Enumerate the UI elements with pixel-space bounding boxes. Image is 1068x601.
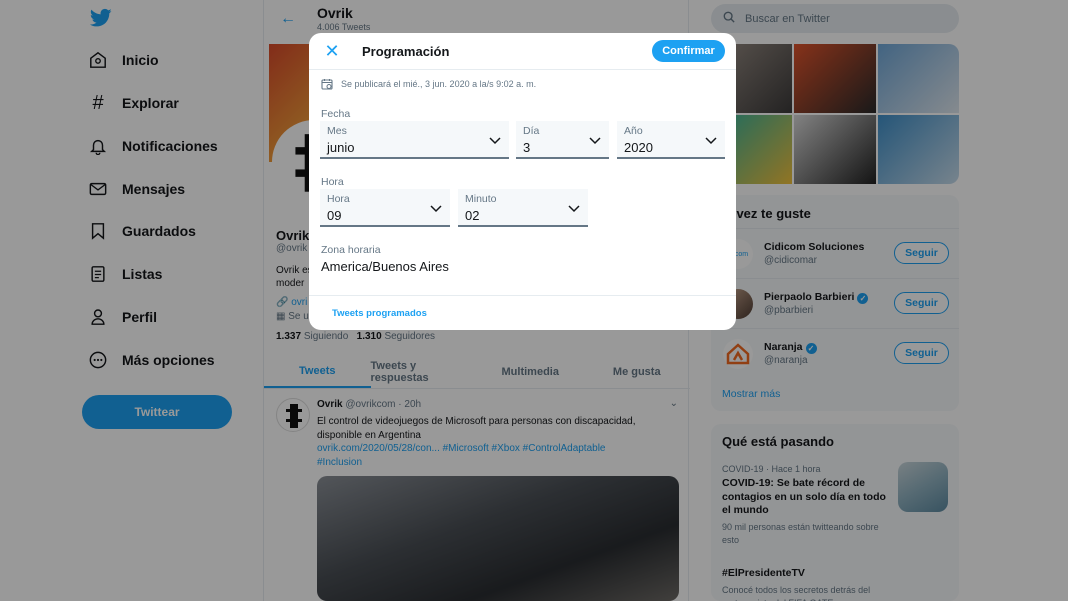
scheduled-tweets-link[interactable]: Tweets programados [332,308,427,319]
month-select[interactable]: Mes junio [320,121,509,159]
date-section-label: Fecha [321,108,351,120]
schedule-summary: Se publicará el mié., 3 jun. 2020 a la/s… [321,78,536,90]
year-select-value: 2020 [624,140,653,155]
chevron-down-icon [430,205,442,213]
year-select-label: Año [624,125,643,137]
minute-select-value: 02 [465,208,480,223]
schedule-dialog: ✕ Programación Confirmar Se publicará el… [309,33,736,330]
chevron-down-icon [589,137,601,145]
hour-select-value: 09 [327,208,342,223]
chevron-down-icon [705,137,717,145]
day-select-label: Día [523,125,540,137]
chevron-down-icon [568,205,580,213]
month-select-value: junio [327,140,355,155]
timezone-value: America/Buenos Aires [321,259,449,274]
close-icon[interactable]: ✕ [323,42,341,60]
confirm-button[interactable]: Confirmar [652,40,725,62]
time-section-label: Hora [321,176,344,188]
timezone-label: Zona horaria [321,244,381,256]
twitter-app: Inicio # Explorar Notificaciones Mensaje… [0,0,1068,601]
hour-select[interactable]: Hora 09 [320,189,450,227]
minute-select-label: Minuto [465,193,497,205]
chevron-down-icon [489,137,501,145]
schedule-summary-text: Se publicará el mié., 3 jun. 2020 a la/s… [341,79,537,89]
dialog-footer: Tweets programados [309,295,736,330]
dialog-header: ✕ Programación Confirmar [309,33,736,70]
dialog-title: Programación [362,44,450,59]
day-select[interactable]: Día 3 [516,121,609,159]
year-select[interactable]: Año 2020 [617,121,725,159]
hour-select-label: Hora [327,193,350,205]
minute-select[interactable]: Minuto 02 [458,189,588,227]
month-select-label: Mes [327,125,347,137]
day-select-value: 3 [523,140,531,155]
calendar-clock-icon [321,78,333,90]
